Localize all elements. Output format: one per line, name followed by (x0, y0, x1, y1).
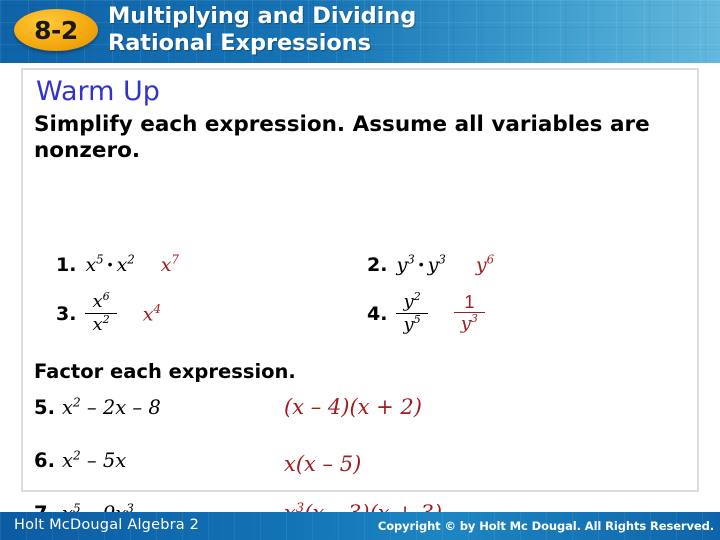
problem-4: 4. y2 y5 1 y3 (367, 290, 486, 337)
problem-2: 2. y3 • y3 y6 (367, 254, 494, 277)
problem-3-denominator-exp: 2 (102, 312, 110, 326)
problem-1-number: 1. (56, 254, 77, 276)
problem-1-answer-base: x (160, 254, 172, 276)
problem-4-number: 4. (367, 303, 388, 326)
problem-3-denominator-base: x (92, 313, 103, 335)
lesson-number-text: 8-2 (34, 15, 78, 45)
problem-2-factor-b-base: y (427, 254, 439, 276)
problem-1-answer-exp: 7 (171, 252, 180, 267)
problem-5: 5. x2 – 2x – 8 (34, 396, 161, 420)
multiplication-dot-icon: • (418, 256, 424, 272)
problem-5-number: 5. (34, 396, 55, 419)
slide-title-line1: Multiplying and Dividing (108, 3, 417, 29)
problem-3-numerator-exp: 6 (102, 290, 110, 303)
problem-5-answer: (x – 4)(x + 2) (284, 395, 422, 420)
problem-2-factor-b-exp: 3 (438, 252, 446, 267)
problem-4-denominator-base: y (403, 313, 414, 335)
problem-4-numerator: y2 (396, 290, 428, 314)
factor-instruction: Factor each expression. (34, 360, 296, 383)
problem-1-factor-b-exp: 2 (127, 252, 135, 267)
footer-book-title: Holt McDougal Algebra 2 (14, 517, 200, 533)
slide-title: Multiplying and Dividing Rational Expres… (108, 3, 668, 57)
problem-4-answer-fraction: 1 y3 (453, 292, 486, 335)
problem-1-factor-a-exp: 5 (96, 252, 104, 267)
problem-2-number: 2. (367, 254, 388, 276)
problem-1: 1. x5 • x2 x7 (56, 254, 179, 277)
problem-5-expression: x2 – 2x – 8 (61, 395, 161, 419)
slide-footer: Holt McDougal Algebra 2 Copyright © by H… (0, 512, 720, 540)
problem-4-fraction: y2 y5 (396, 290, 428, 335)
simplify-instruction: Simplify each expression. Assume all var… (34, 112, 650, 163)
problem-4-answer-denominator-base: y (460, 313, 471, 335)
slide-title-line2: Rational Expressions (108, 30, 371, 56)
problem-4-answer-numerator: 1 (453, 292, 486, 314)
problem-2-factor-a-base: y (396, 254, 408, 276)
problem-4-numerator-exp: 2 (413, 290, 421, 303)
problem-3-fraction: x6 x2 (85, 290, 117, 335)
problem-3-numerator-base: x (92, 291, 103, 312)
problem-1-factor-b-base: x (116, 254, 128, 276)
warm-up-heading: Warm Up (36, 76, 160, 107)
problem-4-numerator-base: y (403, 291, 414, 312)
problem-4-denominator-exp: 5 (413, 312, 421, 326)
problem-3-number: 3. (56, 303, 77, 326)
lesson-number-badge: 8-2 (14, 9, 98, 51)
slide-header: 8-2 Multiplying and Dividing Rational Ex… (0, 0, 720, 63)
problem-1-factor-a-base: x (85, 254, 97, 276)
footer-copyright: Copyright © by Holt Mc Dougal. All Right… (377, 519, 714, 533)
problem-3: 3. x6 x2 x4 (56, 290, 161, 337)
problem-2-answer-exp: 6 (486, 252, 495, 267)
problem-6-number: 6. (34, 449, 55, 472)
problem-4-denominator: y5 (396, 314, 427, 335)
content-panel: Warm Up Simplify each expression. Assume… (21, 68, 699, 525)
multiplication-dot-icon: • (107, 256, 113, 272)
problem-2-answer-base: y (475, 254, 487, 276)
problem-3-numerator: x6 (85, 290, 117, 314)
problem-3-denominator: x2 (85, 314, 116, 335)
problem-6-answer-text: x(x – 5) (284, 452, 362, 476)
problem-3-answer-base: x (142, 303, 154, 326)
problem-3-answer-exp: 4 (153, 302, 161, 317)
problem-4-answer-denominator: y3 (454, 313, 485, 334)
problem-4-answer-denominator-exp: 3 (470, 312, 479, 326)
problem-5-answer-text: (x – 4)(x + 2) (284, 395, 422, 419)
problem-6-answer: x(x – 5) (284, 452, 361, 477)
problem-6: 6. x2 – 5x (34, 449, 126, 473)
problem-2-factor-a-exp: 3 (407, 252, 415, 267)
problem-6-expression: x2 – 5x (61, 448, 127, 472)
